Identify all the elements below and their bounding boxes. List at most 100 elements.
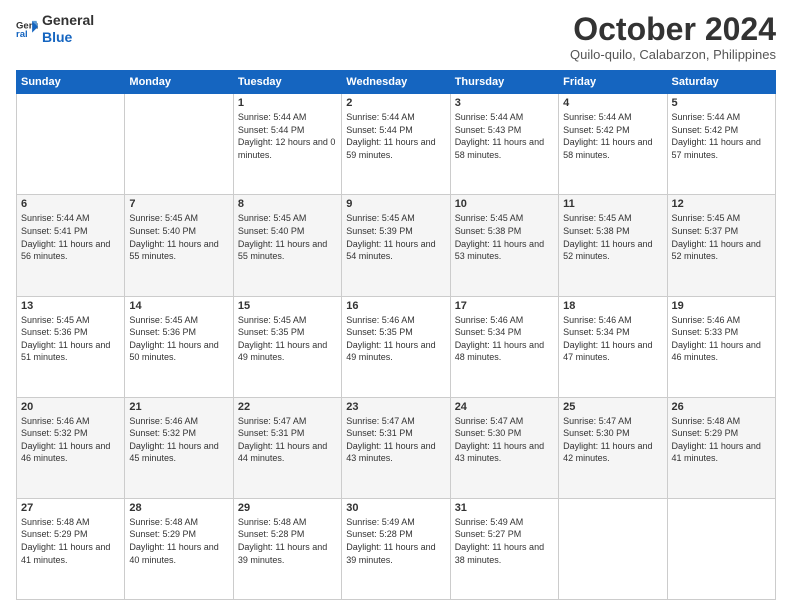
table-row [125,94,233,195]
day-number: 2 [346,97,445,109]
day-number: 24 [455,401,554,413]
table-row [17,94,125,195]
cell-info: Sunrise: 5:46 AMSunset: 5:34 PMDaylight:… [455,314,554,364]
calendar-week-3: 13 Sunrise: 5:45 AMSunset: 5:36 PMDayligh… [17,296,776,397]
table-row: 5Sunrise: 5:44 AMSunset: 5:42 PMDaylight… [667,94,775,195]
table-row: 9Sunrise: 5:45 AMSunset: 5:39 PMDaylight… [342,195,450,296]
day-number: 7 [129,198,228,210]
day-number: 26 [672,401,771,413]
day-number: 25 [563,401,662,413]
header: Gene ral General Blue October 2024 Quilo… [16,12,776,62]
day-number: 29 [238,502,337,514]
logo: Gene ral General Blue [16,12,94,46]
col-friday: Friday [559,71,667,94]
col-saturday: Saturday [667,71,775,94]
day-number: 30 [346,502,445,514]
table-row: 16 Sunrise: 5:46 AMSunset: 5:35 PMDayligh… [342,296,450,397]
cell-info: Sunrise: 5:46 AMSunset: 5:32 PMDaylight:… [21,415,120,465]
cell-info: Sunrise: 5:44 AMSunset: 5:41 PMDaylight:… [21,212,120,262]
month-title: October 2024 [570,12,776,47]
table-row: 24 Sunrise: 5:47 AMSunset: 5:30 PMDayligh… [450,397,558,498]
cell-info: Sunrise: 5:45 AMSunset: 5:38 PMDaylight:… [455,212,554,262]
calendar-week-1: 1 Sunrise: 5:44 AMSunset: 5:44 PMDaylight… [17,94,776,195]
cell-info: Sunrise: 5:47 AMSunset: 5:31 PMDaylight:… [346,415,445,465]
calendar-table: Sunday Monday Tuesday Wednesday Thursday… [16,70,776,600]
day-number: 14 [129,300,228,312]
day-number: 18 [563,300,662,312]
cell-info: Sunrise: 5:46 AMSunset: 5:34 PMDaylight:… [563,314,662,364]
cell-info: Sunrise: 5:47 AMSunset: 5:31 PMDaylight:… [238,415,337,465]
table-row: 13 Sunrise: 5:45 AMSunset: 5:36 PMDayligh… [17,296,125,397]
day-number: 31 [455,502,554,514]
cell-info: Sunrise: 5:47 AMSunset: 5:30 PMDaylight:… [455,415,554,465]
day-number: 16 [346,300,445,312]
col-tuesday: Tuesday [233,71,341,94]
col-monday: Monday [125,71,233,94]
col-sunday: Sunday [17,71,125,94]
table-row: 26 Sunrise: 5:48 AMSunset: 5:29 PMDayligh… [667,397,775,498]
table-row [559,498,667,599]
table-row: 25 Sunrise: 5:47 AMSunset: 5:30 PMDayligh… [559,397,667,498]
day-number: 6 [21,198,120,210]
table-row: 2Sunrise: 5:44 AMSunset: 5:44 PMDaylight… [342,94,450,195]
col-thursday: Thursday [450,71,558,94]
logo-text-general: General [42,12,94,29]
table-row: 10 Sunrise: 5:45 AMSunset: 5:38 PMDayligh… [450,195,558,296]
cell-info: Sunrise: 5:45 AMSunset: 5:36 PMDaylight:… [21,314,120,364]
day-number: 19 [672,300,771,312]
cell-info: Sunrise: 5:48 AMSunset: 5:29 PMDaylight:… [672,415,771,465]
table-row: 8Sunrise: 5:45 AMSunset: 5:40 PMDaylight… [233,195,341,296]
title-block: October 2024 Quilo-quilo, Calabarzon, Ph… [570,12,776,62]
calendar-week-4: 20Sunrise: 5:46 AMSunset: 5:32 PMDayligh… [17,397,776,498]
calendar-week-2: 6 Sunrise: 5:44 AMSunset: 5:41 PMDaylight… [17,195,776,296]
day-number: 5 [672,97,771,109]
table-row: 27Sunrise: 5:48 AMSunset: 5:29 PMDayligh… [17,498,125,599]
day-number: 10 [455,198,554,210]
cell-info: Sunrise: 5:46 AMSunset: 5:33 PMDaylight:… [672,314,771,364]
page: Gene ral General Blue October 2024 Quilo… [0,0,792,612]
day-number: 3 [455,97,554,109]
cell-info: Sunrise: 5:45 AMSunset: 5:38 PMDaylight:… [563,212,662,262]
table-row [667,498,775,599]
cell-info: Sunrise: 5:45 AMSunset: 5:35 PMDaylight:… [238,314,337,364]
col-wednesday: Wednesday [342,71,450,94]
table-row: 20Sunrise: 5:46 AMSunset: 5:32 PMDayligh… [17,397,125,498]
table-row: 11 Sunrise: 5:45 AMSunset: 5:38 PMDayligh… [559,195,667,296]
table-row: 15 Sunrise: 5:45 AMSunset: 5:35 PMDayligh… [233,296,341,397]
cell-info: Sunrise: 5:44 AMSunset: 5:44 PMDaylight:… [238,111,337,161]
table-row: 17 Sunrise: 5:46 AMSunset: 5:34 PMDayligh… [450,296,558,397]
table-row: 14 Sunrise: 5:45 AMSunset: 5:36 PMDayligh… [125,296,233,397]
table-row: 30 Sunrise: 5:49 AMSunset: 5:28 PMDayligh… [342,498,450,599]
calendar-week-5: 27Sunrise: 5:48 AMSunset: 5:29 PMDayligh… [17,498,776,599]
table-row: 19 Sunrise: 5:46 AMSunset: 5:33 PMDayligh… [667,296,775,397]
cell-info: Sunrise: 5:48 AMSunset: 5:29 PMDaylight:… [129,516,228,566]
logo-icon: Gene ral [16,18,38,40]
cell-info: Sunrise: 5:49 AMSunset: 5:28 PMDaylight:… [346,516,445,566]
day-number: 17 [455,300,554,312]
day-number: 1 [238,97,337,109]
subtitle: Quilo-quilo, Calabarzon, Philippines [570,47,776,62]
cell-info: Sunrise: 5:45 AMSunset: 5:40 PMDaylight:… [238,212,337,262]
day-number: 11 [563,198,662,210]
cell-info: Sunrise: 5:46 AMSunset: 5:35 PMDaylight:… [346,314,445,364]
cell-info: Sunrise: 5:45 AMSunset: 5:37 PMDaylight:… [672,212,771,262]
day-number: 4 [563,97,662,109]
svg-text:ral: ral [16,29,28,40]
day-number: 21 [129,401,228,413]
day-number: 13 [21,300,120,312]
day-number: 9 [346,198,445,210]
table-row: 4Sunrise: 5:44 AMSunset: 5:42 PMDaylight… [559,94,667,195]
table-row: 18 Sunrise: 5:46 AMSunset: 5:34 PMDayligh… [559,296,667,397]
table-row: 7 Sunrise: 5:45 AMSunset: 5:40 PMDaylight… [125,195,233,296]
cell-info: Sunrise: 5:48 AMSunset: 5:28 PMDaylight:… [238,516,337,566]
table-row: 28Sunrise: 5:48 AMSunset: 5:29 PMDayligh… [125,498,233,599]
calendar-header-row: Sunday Monday Tuesday Wednesday Thursday… [17,71,776,94]
day-number: 15 [238,300,337,312]
table-row: 29 Sunrise: 5:48 AMSunset: 5:28 PMDayligh… [233,498,341,599]
day-number: 23 [346,401,445,413]
table-row: 31Sunrise: 5:49 AMSunset: 5:27 PMDayligh… [450,498,558,599]
cell-info: Sunrise: 5:47 AMSunset: 5:30 PMDaylight:… [563,415,662,465]
cell-info: Sunrise: 5:45 AMSunset: 5:40 PMDaylight:… [129,212,228,262]
cell-info: Sunrise: 5:46 AMSunset: 5:32 PMDaylight:… [129,415,228,465]
cell-info: Sunrise: 5:45 AMSunset: 5:36 PMDaylight:… [129,314,228,364]
